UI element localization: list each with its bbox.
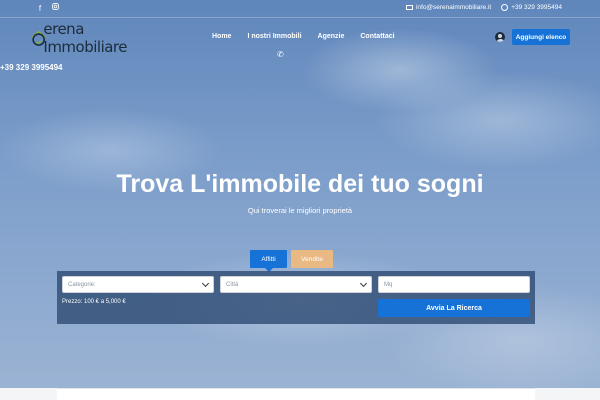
logo[interactable]: erena Immobiliare	[30, 20, 155, 56]
category-select[interactable]: Categorie:	[62, 276, 214, 293]
hero-subtitle: Qui troverai le migliori proprietà	[247, 206, 353, 215]
chevron-down-icon	[359, 279, 368, 288]
email-text: info@serenaimmobiliare.it	[415, 4, 492, 11]
mail-icon	[405, 5, 413, 10]
add-listing-button[interactable]: Aggiungi elenco	[512, 29, 570, 45]
whatsapp-icon	[501, 4, 509, 11]
city-placeholder: Città	[226, 281, 239, 288]
content-card	[57, 388, 535, 400]
phone-text: +39 329 3995494	[511, 4, 562, 11]
chevron-down-icon	[201, 279, 210, 288]
category-placeholder: Categorie:	[68, 281, 96, 288]
nav-contattaci[interactable]: Contattaci	[360, 33, 394, 40]
top-contact: info@serenaimmobiliare.it +39 329 399549…	[405, 4, 562, 11]
phone-link[interactable]: +39 329 3995494	[501, 4, 562, 11]
search-panel: Categorie: Città Mq Prezzo: 100 € a 5,00…	[57, 271, 535, 324]
city-select[interactable]: Città	[220, 276, 372, 293]
phone-number: +39 329 3995494	[0, 63, 63, 72]
tab-vendite[interactable]: Vendite	[291, 250, 333, 268]
logo-house-icon	[31, 30, 46, 46]
nav-home[interactable]: Home	[212, 33, 231, 40]
tab-affitti[interactable]: Affitti	[250, 250, 287, 272]
search-button[interactable]: Avvia La Ricerca	[378, 299, 530, 317]
hero-title: Trova L'immobile dei tuo sogni	[116, 170, 484, 198]
mq-placeholder: Mq	[384, 281, 393, 288]
nav-immobili[interactable]: I nostri Immobili	[247, 33, 301, 40]
main-nav: Home I nostri Immobili Agenzie Contattac…	[212, 33, 411, 40]
facebook-icon[interactable]: f	[35, 3, 45, 14]
user-account-icon[interactable]	[495, 32, 505, 42]
top-bar: f info@serenaimmobiliare.it +39 329 3995…	[0, 0, 600, 18]
price-range-label[interactable]: Prezzo: 100 € a 5,000 €	[62, 299, 126, 305]
content-strip	[0, 388, 600, 400]
mq-input[interactable]: Mq	[378, 276, 530, 293]
nav-agenzie[interactable]: Agenzie	[318, 33, 345, 40]
email-link[interactable]: info@serenaimmobiliare.it	[405, 4, 492, 11]
logo-text: erena Immobiliare	[43, 20, 127, 56]
instagram-icon[interactable]	[52, 3, 59, 10]
phone-icon[interactable]: ✆	[277, 50, 284, 59]
